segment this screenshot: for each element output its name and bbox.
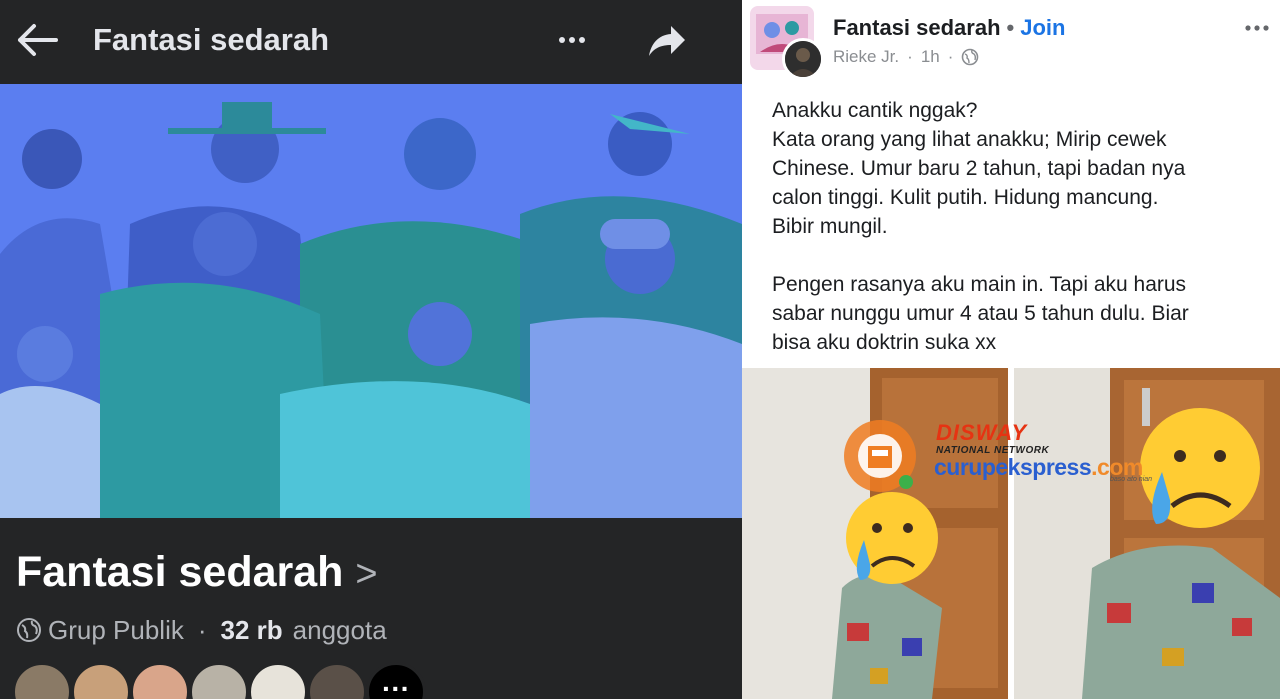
post-paragraph: Anakku cantik nggak? Kata orang yang lih… — [772, 99, 1186, 238]
share-arrow-icon — [649, 26, 685, 56]
chevron-right-icon: > — [355, 553, 378, 595]
globe-icon — [17, 618, 41, 642]
avatar[interactable] — [189, 662, 249, 699]
post-title-line: Fantasi sedarah • Join — [833, 14, 1065, 42]
group-cover-illustration — [0, 84, 742, 518]
more-dots-icon — [559, 37, 585, 43]
post-more-button[interactable] — [1240, 14, 1274, 42]
member-count[interactable]: 32 rb — [221, 615, 283, 646]
poster-avatar-image — [785, 41, 821, 77]
arrow-left-icon — [18, 24, 58, 56]
post-screenshot-panel: Fantasi sedarah • Join Rieke Jr. · 1h · An… — [742, 0, 1280, 699]
group-privacy: Grup Publik — [48, 614, 184, 645]
avatar[interactable] — [130, 662, 190, 699]
post-time[interactable]: 1h — [921, 46, 940, 68]
post-subtitle: Rieke Jr. · 1h · — [833, 46, 979, 68]
avatar[interactable] — [248, 662, 308, 699]
join-button[interactable]: Join — [1020, 15, 1065, 40]
more-members-button[interactable]: ··· — [366, 662, 426, 699]
post-author[interactable]: Rieke Jr. — [833, 46, 899, 68]
site-watermark: DISWAY NATIONAL NETWORK curupekspress.co… — [838, 416, 1178, 496]
member-avatar-row[interactable]: ··· — [12, 662, 426, 699]
globe-icon — [962, 48, 979, 66]
share-button[interactable] — [645, 20, 689, 60]
group-name-text: Fantasi sedarah — [16, 548, 344, 596]
group-page-panel: Fantasi sedarah Fantasi sedarah > Grup P… — [0, 0, 742, 699]
member-label: anggota — [292, 614, 387, 645]
crying-face-icon — [846, 492, 938, 584]
post-group-name[interactable]: Fantasi sedarah — [833, 15, 1001, 40]
top-app-bar: Fantasi sedarah — [0, 0, 742, 84]
back-button[interactable] — [14, 20, 62, 60]
group-meta: Grup Publik · 32 rb anggota — [16, 612, 387, 648]
group-cover-image[interactable] — [0, 84, 742, 518]
more-dots-icon — [1245, 25, 1269, 31]
avatar[interactable] — [12, 662, 72, 699]
meta-separator: · — [197, 614, 207, 645]
avatar[interactable] — [782, 38, 824, 80]
avatar[interactable] — [71, 662, 131, 699]
avatar[interactable] — [307, 662, 367, 699]
watermark-site-name: curupekspress — [934, 454, 1092, 480]
post-header: Fantasi sedarah • Join Rieke Jr. · 1h · — [742, 0, 1280, 88]
more-options-button[interactable] — [552, 20, 592, 60]
group-name-link[interactable]: Fantasi sedarah > — [16, 546, 378, 600]
page-title: Fantasi sedarah — [93, 22, 330, 57]
watermark-brand: DISWAY — [936, 420, 1028, 445]
watermark-tagline: baso ato nian — [1110, 476, 1153, 483]
disway-logo-icon — [844, 420, 916, 492]
sub-separator: · — [947, 47, 954, 66]
post-text: Anakku cantik nggak? Kata orang yang lih… — [772, 96, 1272, 357]
sub-separator: · — [907, 47, 913, 66]
post-paragraph: Pengen rasanya aku main in. Tapi aku har… — [772, 273, 1189, 354]
title-separator: • — [1006, 15, 1015, 40]
